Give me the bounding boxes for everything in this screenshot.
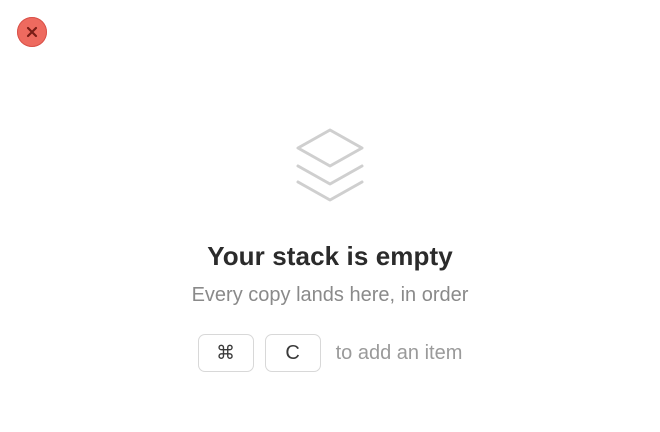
command-key-cap: ⌘ bbox=[197, 334, 254, 372]
empty-title: Your stack is empty bbox=[207, 241, 453, 271]
close-x-icon bbox=[26, 26, 38, 38]
empty-subtitle: Every copy lands here, in order bbox=[191, 284, 469, 306]
shortcut-hint-text: to add an item bbox=[335, 341, 463, 364]
layers-stack-icon bbox=[296, 128, 364, 202]
empty-state: Your stack is empty Every copy lands her… bbox=[0, 126, 660, 372]
shortcut-hint: ⌘ C to add an item bbox=[197, 334, 463, 372]
app-window: Your stack is empty Every copy lands her… bbox=[0, 0, 660, 432]
c-key-cap: C bbox=[264, 334, 321, 372]
close-button[interactable] bbox=[17, 17, 47, 47]
